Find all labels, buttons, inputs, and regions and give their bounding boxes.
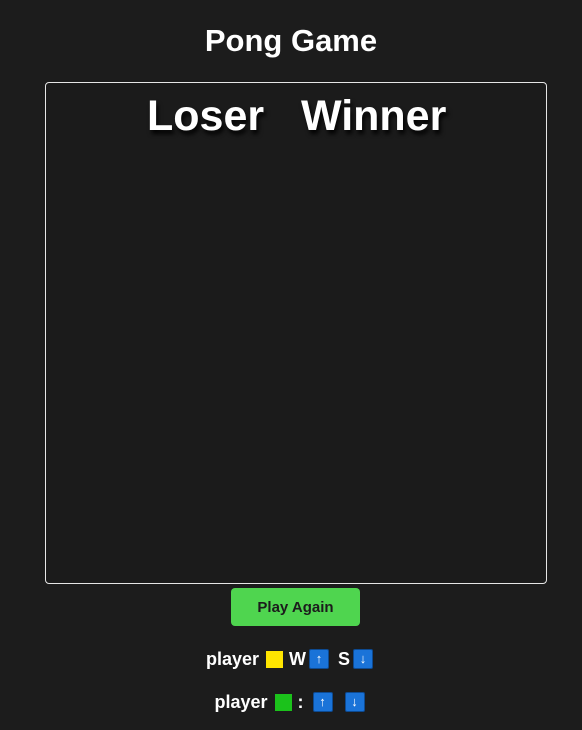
play-again-button[interactable]: Play Again <box>231 588 360 626</box>
player-one-color-swatch <box>266 650 284 668</box>
player-two-controls: player : ↑ ↓ <box>0 690 582 714</box>
right-player-result: Winner <box>301 92 447 140</box>
player-two-label: player <box>214 691 268 712</box>
arrow-down-icon: ↓ <box>344 692 365 712</box>
player-one-label: player <box>205 648 260 669</box>
arrow-up-icon: ↑ <box>309 649 330 669</box>
player-two-color-swatch <box>274 693 292 711</box>
player-one-up-key: W <box>289 648 307 669</box>
left-player-result: Loser <box>147 92 265 140</box>
arrow-down-icon: ↓ <box>353 649 374 669</box>
game-board[interactable]: Loser Winner <box>45 82 547 584</box>
player-two-separator: : <box>297 691 304 712</box>
arrow-up-icon: ↑ <box>312 692 333 712</box>
page-title: Pong Game <box>204 23 378 58</box>
player-one-down-key: S <box>338 648 351 669</box>
player-one-controls: player W ↑ S ↓ <box>0 647 582 671</box>
